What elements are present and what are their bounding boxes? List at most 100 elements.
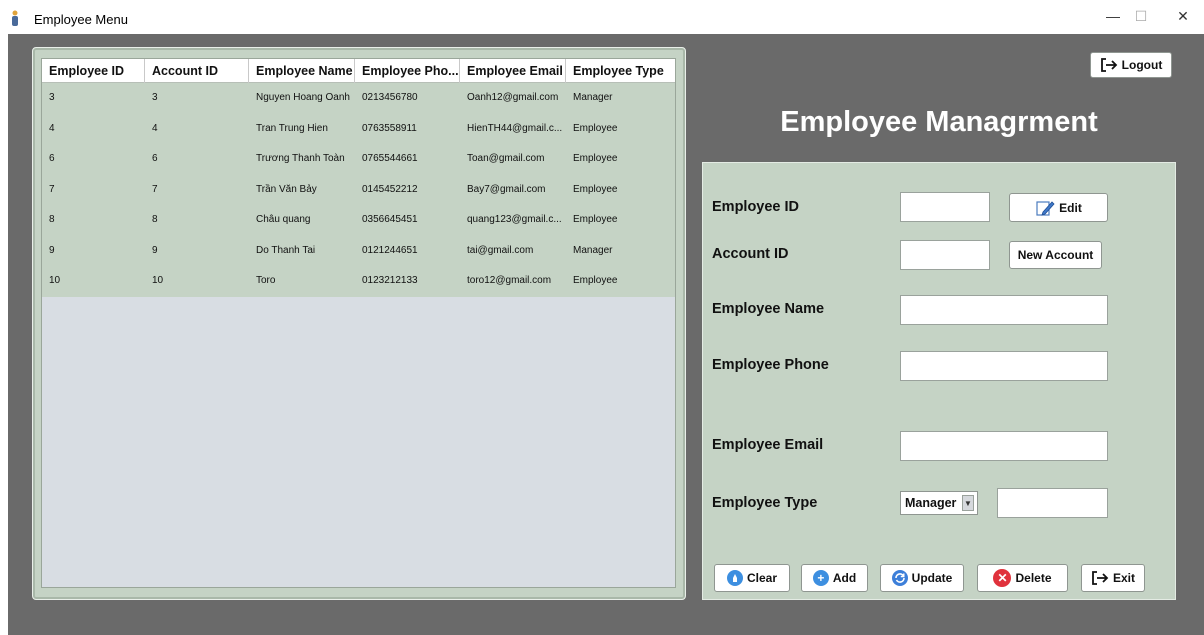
account-id-label: Account ID <box>712 246 789 262</box>
employee-phone-label: Employee Phone <box>712 357 829 373</box>
page-title: Employee Managrment <box>780 106 1098 138</box>
exit-label: Exit <box>1112 571 1135 585</box>
cell-employee-type: Manager <box>573 92 613 103</box>
delete-label: Delete <box>1015 571 1052 585</box>
edit-button[interactable]: Edit <box>1009 193 1108 222</box>
cell-employee-type: Employee <box>573 183 618 195</box>
employee-phone-input[interactable] <box>900 351 1108 381</box>
update-label: Update <box>911 571 953 585</box>
cell-employee-id: 7 <box>49 183 55 195</box>
cell-employee-id: 3 <box>49 92 55 103</box>
refresh-icon <box>891 570 908 586</box>
table-row[interactable]: 7 7 Trần Văn Bảy 0145452212 Bay7@gmail.c… <box>42 174 675 205</box>
cell-employee-type: Employee <box>573 153 618 164</box>
cell-employee-phone: 0145452212 <box>362 183 418 195</box>
employee-type-selected: Manager <box>905 496 957 510</box>
cell-account-id: 3 <box>152 92 158 103</box>
cell-employee-name: Toro <box>256 275 276 286</box>
employee-id-label: Employee ID <box>712 199 800 215</box>
employee-type-extra-input[interactable] <box>997 488 1108 518</box>
cell-employee-phone: 0765544661 <box>362 153 418 164</box>
title-bar: Employee Menu — ☐ ✕ <box>0 0 1204 34</box>
cell-employee-phone: 0121244651 <box>362 244 418 256</box>
cell-employee-phone: 0213456780 <box>362 92 418 103</box>
cell-employee-email: Toan@gmail.com <box>467 153 545 164</box>
delete-button[interactable]: ✕ Delete <box>977 564 1068 592</box>
cell-account-id: 7 <box>152 183 158 195</box>
cell-employee-name: Tran Trung Hien <box>256 122 328 134</box>
employee-id-input[interactable] <box>900 192 990 222</box>
cell-employee-type: Employee <box>573 122 618 134</box>
person-icon <box>12 10 18 26</box>
new-account-label: New Account <box>1017 248 1094 262</box>
cell-employee-phone: 0763558911 <box>362 122 417 134</box>
exit-icon <box>1092 571 1109 585</box>
cell-employee-name: Trần Văn Bảy <box>256 183 317 195</box>
employee-email-label: Employee Email <box>712 437 824 453</box>
window-title: Employee Menu <box>34 12 128 27</box>
table-header: Employee ID Account ID Employee Name Emp… <box>42 59 675 83</box>
edit-icon <box>1036 200 1055 216</box>
column-header-employee-type[interactable]: Employee Type <box>566 59 675 83</box>
logout-label: Logout <box>1121 58 1163 72</box>
cell-employee-email: quang123@gmail.c... <box>467 214 562 225</box>
employee-name-label: Employee Name <box>712 301 825 317</box>
new-account-button[interactable]: New Account <box>1009 241 1102 269</box>
cell-employee-email: tai@gmail.com <box>467 244 534 256</box>
column-header-employee-name[interactable]: Employee Name <box>249 59 355 83</box>
cell-employee-phone: 0123212133 <box>362 275 418 286</box>
cell-employee-id: 8 <box>49 214 55 225</box>
exit-button[interactable]: Exit <box>1081 564 1145 592</box>
update-button[interactable]: Update <box>880 564 964 592</box>
cell-employee-phone: 0356645451 <box>362 214 418 225</box>
table-row[interactable]: 10 10 Toro 0123212133 toro12@gmail.com E… <box>42 266 675 297</box>
table-row[interactable]: 3 3 Nguyen Hoang Oanh 0213456780 Oanh12@… <box>42 83 675 114</box>
cell-employee-id: 9 <box>49 244 55 256</box>
table-row[interactable]: 8 8 Châu quang 0356645451 quang123@gmail… <box>42 205 675 236</box>
minimize-button[interactable]: — <box>1098 8 1128 24</box>
plus-icon: + <box>812 570 829 586</box>
cell-employee-name: Châu quang <box>256 214 311 225</box>
add-label: Add <box>832 571 857 585</box>
employee-type-select[interactable]: Manager ▼ <box>900 491 978 515</box>
cell-account-id: 6 <box>152 153 158 164</box>
column-header-employee-phone[interactable]: Employee Pho... <box>355 59 460 83</box>
table-row[interactable]: 9 9 Do Thanh Tai 0121244651 tai@gmail.co… <box>42 235 675 266</box>
table-row[interactable]: 6 6 Trương Thanh Toàn 0765544661 Toan@gm… <box>42 144 675 175</box>
clear-button[interactable]: Clear <box>714 564 790 592</box>
clear-label: Clear <box>746 571 778 585</box>
cell-employee-name: Nguyen Hoang Oanh <box>256 92 350 103</box>
account-id-input[interactable] <box>900 240 990 270</box>
employee-table[interactable]: Employee ID Account ID Employee Name Emp… <box>41 58 676 588</box>
logout-icon <box>1100 58 1117 72</box>
cell-account-id: 10 <box>152 275 164 286</box>
employee-name-input[interactable] <box>900 295 1108 325</box>
cell-employee-id: 6 <box>49 153 55 164</box>
employee-type-label: Employee Type <box>712 495 818 511</box>
delete-icon: ✕ <box>993 569 1012 587</box>
cell-employee-type: Employee <box>573 275 618 286</box>
column-header-employee-id[interactable]: Employee ID <box>42 59 145 83</box>
cell-account-id: 9 <box>152 244 158 256</box>
cell-employee-type: Manager <box>573 244 613 256</box>
cell-employee-id: 10 <box>49 275 61 286</box>
cell-employee-email: toro12@gmail.com <box>467 275 552 286</box>
column-header-account-id[interactable]: Account ID <box>145 59 249 83</box>
maximize-button[interactable]: ☐ <box>1126 8 1156 25</box>
cell-employee-email: HienTH44@gmail.c... <box>467 122 563 134</box>
clear-icon <box>726 570 743 586</box>
cell-account-id: 8 <box>152 214 158 225</box>
cell-employee-name: Do Thanh Tai <box>256 244 316 256</box>
chevron-down-icon[interactable]: ▼ <box>962 495 974 511</box>
cell-account-id: 4 <box>152 122 158 134</box>
cell-employee-email: Oanh12@gmail.com <box>467 92 559 103</box>
cell-employee-name: Trương Thanh Toàn <box>256 153 345 164</box>
cell-employee-email: Bay7@gmail.com <box>467 183 546 195</box>
employee-email-input[interactable] <box>900 431 1108 461</box>
table-row[interactable]: 4 4 Tran Trung Hien 0763558911 HienTH44@… <box>42 113 675 144</box>
column-header-employee-email[interactable]: Employee Email <box>460 59 566 83</box>
logout-button[interactable]: Logout <box>1090 52 1172 78</box>
close-button[interactable]: ✕ <box>1168 8 1198 25</box>
edit-label: Edit <box>1059 200 1082 215</box>
add-button[interactable]: + Add <box>801 564 868 592</box>
